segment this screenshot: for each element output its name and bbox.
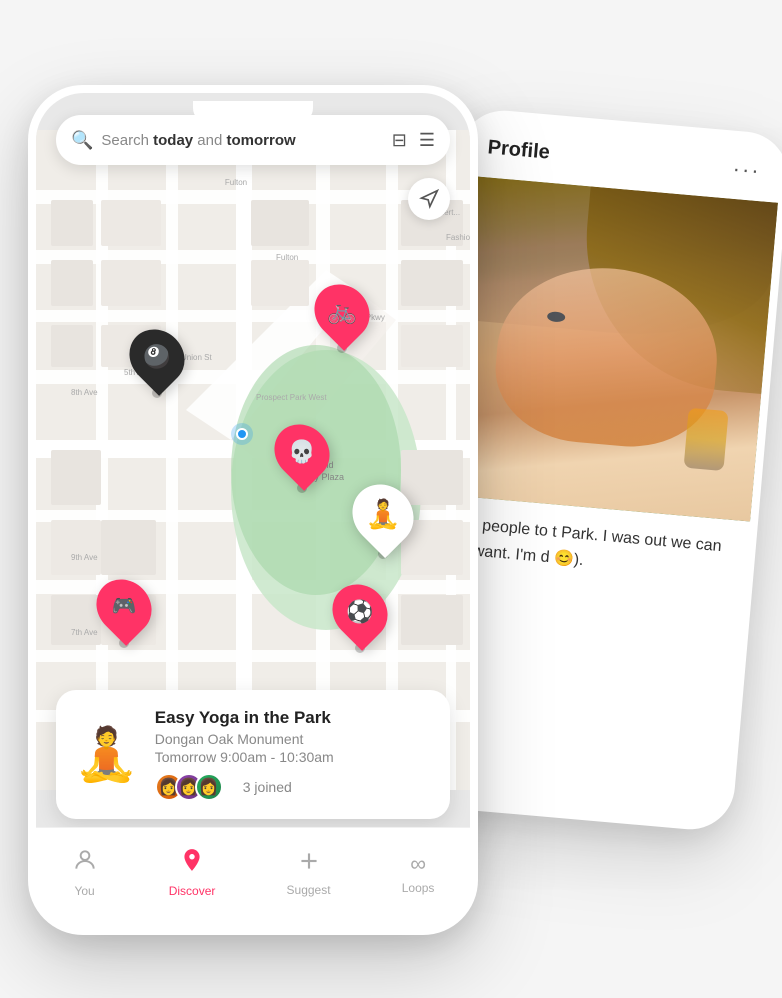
avatar-3: 👩 (195, 773, 223, 801)
svg-text:Fashion: Fashion (446, 233, 470, 242)
svg-text:Prospect Park West: Prospect Park West (256, 393, 327, 402)
discover-icon (179, 847, 205, 880)
svg-text:Fulton: Fulton (276, 253, 298, 262)
list-icon[interactable]: ☰ (419, 130, 435, 151)
you-icon (72, 847, 98, 880)
nav-you[interactable]: You (52, 839, 118, 906)
joined-count: 3 joined (243, 779, 292, 795)
event-card[interactable]: 🧘 Easy Yoga in the Park Dongan Oak Monum… (56, 690, 450, 819)
profile-photo (437, 175, 778, 521)
user-location-dot (231, 423, 253, 445)
nav-suggest[interactable]: Suggest (267, 840, 351, 905)
suggest-label: Suggest (287, 883, 331, 897)
phone-left: Grand Army Plaza 8th Ave 5th Ave 9th Ave… (28, 85, 478, 935)
search-text: Search today and tomorrow (101, 132, 383, 149)
profile-bio-text: her people to t Park. I was out we can k… (451, 511, 728, 586)
pin-gaming[interactable]: 🎮 (98, 578, 150, 648)
svg-text:Fulton: Fulton (225, 178, 247, 187)
profile-title: Profile (487, 136, 551, 164)
loops-icon: ∞ (410, 851, 426, 877)
bottom-nav: You Discover (36, 827, 470, 927)
pin-yoga[interactable]: 🧘 (354, 483, 412, 559)
nav-discover[interactable]: Discover (149, 839, 236, 906)
discover-label: Discover (169, 884, 216, 898)
svg-text:8th Ave: 8th Ave (71, 388, 98, 397)
suggest-icon (296, 848, 322, 879)
event-title: Easy Yoga in the Park (155, 708, 432, 728)
search-filters: ⊟ ☰ (392, 130, 435, 151)
attendee-avatars: 👩 👩 👩 (155, 773, 223, 801)
pin-billiards[interactable]: 🎱 (131, 328, 183, 398)
svg-text:Union St: Union St (181, 353, 212, 362)
filter-icon[interactable]: ⊟ (392, 130, 407, 151)
pin-skull[interactable]: 💀 (276, 423, 328, 493)
event-location: Dongan Oak Monument (155, 731, 432, 747)
event-info: Easy Yoga in the Park Dongan Oak Monumen… (155, 708, 432, 801)
location-button[interactable] (408, 178, 450, 220)
you-label: You (74, 884, 94, 898)
location-icon (419, 189, 439, 209)
event-emoji: 🧘 (74, 729, 139, 781)
svg-text:7th Ave: 7th Ave (71, 628, 98, 637)
pin-soccer[interactable]: ⚽ (334, 583, 386, 653)
event-attendees: 👩 👩 👩 3 joined (155, 773, 432, 801)
pin-cycling[interactable]: 🚲 (316, 283, 368, 353)
loops-label: Loops (402, 881, 435, 895)
svg-text:9th Ave: 9th Ave (71, 553, 98, 562)
search-icon: 🔍 (71, 130, 93, 151)
event-time: Tomorrow 9:00am - 10:30am (155, 749, 432, 765)
notch-left (193, 101, 313, 123)
nav-loops[interactable]: ∞ Loops (382, 843, 455, 903)
profile-menu-button[interactable]: ··· (732, 156, 762, 184)
